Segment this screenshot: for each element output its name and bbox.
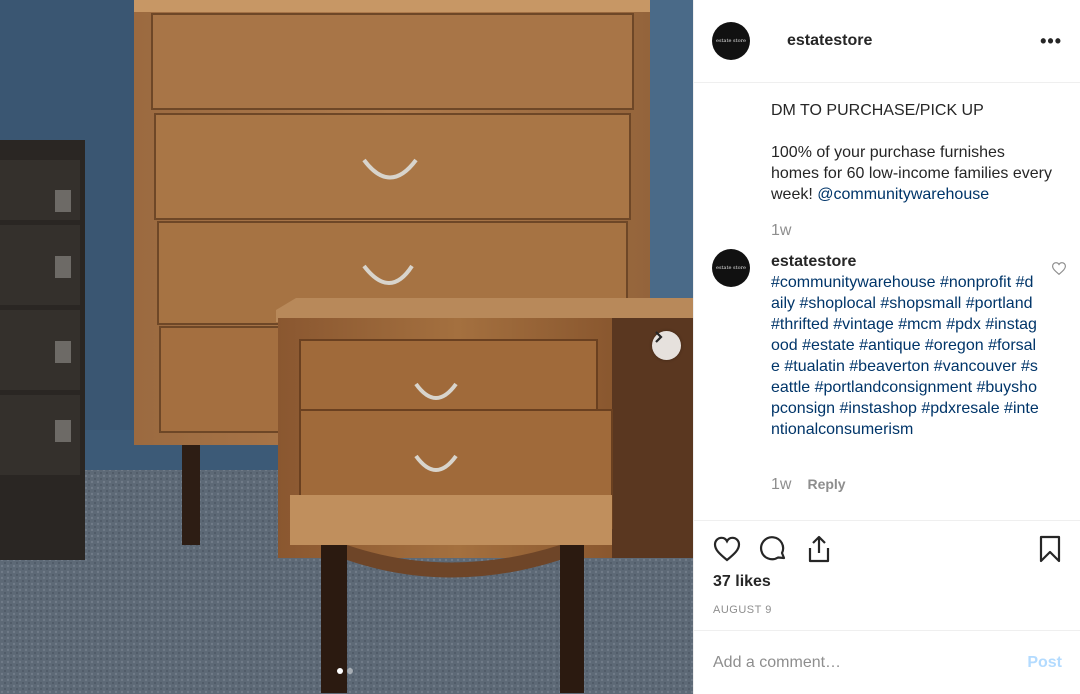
comment: estatestore #communitywarehouse #nonprof… [771,251,1039,440]
carousel-next-button[interactable] [652,331,681,360]
comment-meta: 1w Reply [771,476,846,494]
comments-section: DM TO PURCHASE/PICK UP 100% of your purc… [694,84,1080,520]
post-actions: 37 likes AUGUST 9 [694,520,1080,630]
post-side-panel: estate store estatestore ••• DM TO PURCH… [693,0,1080,694]
carousel-dot-2 [347,668,353,674]
carousel-dot-1 [337,668,343,674]
avatar[interactable]: estate store [712,22,750,60]
comment-avatar-logo-text: estate store [715,264,746,271]
comment-username[interactable]: estatestore [771,251,1039,272]
reply-button[interactable]: Reply [807,476,845,492]
chevron-right-icon [655,331,663,343]
share-icon[interactable] [804,534,834,564]
caption-mention-link[interactable]: @communitywarehouse [817,186,989,203]
avatar-logo-text: estate store [715,37,746,44]
comment-bubble-icon[interactable] [758,534,788,564]
post-comment-button[interactable]: Post [1027,654,1062,672]
more-options-icon[interactable]: ••• [1040,31,1062,52]
comment-like-heart-icon[interactable] [1052,262,1066,275]
add-comment-bar: Post [694,630,1080,694]
post-date[interactable]: AUGUST 9 [713,604,772,616]
caption-timestamp[interactable]: 1w [771,222,791,240]
bookmark-icon[interactable] [1035,534,1065,564]
furniture-photo [0,0,693,694]
post-header: estate store estatestore ••• [694,0,1080,83]
likes-count[interactable]: 37 likes [713,573,771,591]
post-photo [0,0,693,694]
comment-hashtags[interactable]: #communitywarehouse #nonprofit #daily #s… [771,272,1039,440]
comment-input[interactable] [713,653,1028,672]
heart-icon[interactable] [712,534,742,564]
comment-timestamp[interactable]: 1w [771,476,791,494]
comment-avatar[interactable]: estate store [712,249,750,287]
header-username[interactable]: estatestore [787,32,872,50]
post-caption: DM TO PURCHASE/PICK UP 100% of your purc… [771,100,1056,205]
carousel-indicator [337,668,353,674]
